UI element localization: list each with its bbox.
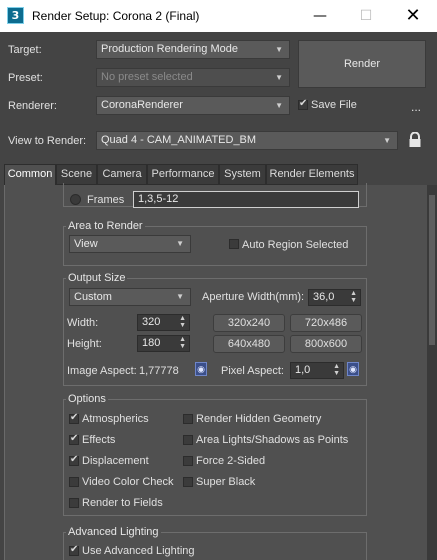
close-button[interactable]: ✕ [390, 0, 436, 32]
auto-region-label: Auto Region Selected [242, 239, 349, 251]
aperture-width-spinner[interactable]: 36,0 ▲ ▼ [308, 289, 361, 306]
title-bar: 3 Render Setup: Corona 2 (Final) — ☐ ✕ [0, 0, 437, 32]
advanced-lighting-title: Advanced Lighting [66, 526, 161, 538]
height-label: Height: [67, 338, 102, 350]
atmospherics-label: Atmospherics [82, 413, 149, 425]
area-to-render-title: Area to Render [66, 220, 145, 232]
preset-320x240-button[interactable]: 320x240 [213, 314, 285, 332]
spinner-arrows-icon[interactable]: ▲ ▼ [333, 363, 340, 377]
height-spinner[interactable]: 180 ▲ ▼ [137, 335, 190, 352]
render-hidden-geometry-checkbox[interactable] [183, 414, 193, 424]
atmospherics-checkbox[interactable] [69, 412, 79, 424]
lock-icon[interactable] [408, 131, 422, 148]
spinner-arrows-icon[interactable]: ▲ ▼ [179, 336, 186, 350]
tab-bar: Common Scene Camera Performance System R… [0, 164, 437, 185]
video-color-check-label: Video Color Check [82, 476, 174, 488]
pixel-aspect-label: Pixel Aspect: [221, 365, 284, 377]
renderer-dropdown[interactable]: CoronaRenderer ▼ [96, 96, 290, 115]
maximize-button[interactable]: ☐ [343, 0, 389, 32]
use-advanced-lighting-label: Use Advanced Lighting [82, 545, 195, 557]
width-value: 320 [142, 316, 161, 328]
pixel-aspect-value: 1,0 [295, 364, 311, 376]
width-label: Width: [67, 317, 99, 329]
aperture-width-value: 36,0 [313, 291, 335, 303]
image-aspect-value: 1,77778 [139, 365, 179, 377]
options-title: Options [66, 393, 108, 405]
area-lights-points-checkbox[interactable] [183, 435, 193, 445]
output-size-preset-dropdown[interactable]: Custom ▼ [69, 288, 191, 306]
frames-radio[interactable] [70, 194, 81, 205]
tab-performance[interactable]: Performance [147, 164, 219, 185]
3dsmax-app-icon: 3 [7, 7, 24, 24]
chevron-down-icon: ▼ [275, 45, 283, 54]
view-to-render-dropdown[interactable]: Quad 4 - CAM_ANIMATED_BM ▼ [96, 131, 398, 150]
render-to-fields-label: Render to Fields [82, 497, 163, 509]
common-tab-panel: Frames 1,3,5-12 Area to Render View ▼ Au… [4, 183, 427, 560]
vertical-scrollbar[interactable] [427, 185, 437, 560]
tab-system[interactable]: System [219, 164, 266, 185]
pixel-aspect-lock-icon[interactable]: ◉ [347, 362, 359, 376]
area-mode-dropdown[interactable]: View ▼ [69, 235, 191, 253]
chevron-down-icon: ▼ [383, 136, 391, 145]
preset-value: No preset selected [101, 71, 193, 83]
more-options-button[interactable]: ... [411, 100, 421, 114]
force-2-sided-checkbox[interactable] [183, 456, 193, 466]
tab-common[interactable]: Common [4, 164, 56, 185]
area-mode-value: View [74, 238, 98, 250]
target-dropdown[interactable]: Production Rendering Mode ▼ [96, 40, 290, 59]
video-color-check-checkbox[interactable] [69, 477, 79, 487]
frames-input[interactable]: 1,3,5-12 [133, 191, 359, 208]
view-to-render-label: View to Render: [8, 135, 87, 147]
width-spinner[interactable]: 320 ▲ ▼ [137, 314, 190, 331]
preset-640x480-button[interactable]: 640x480 [213, 335, 285, 353]
displacement-label: Displacement [82, 455, 149, 467]
view-to-render-value: Quad 4 - CAM_ANIMATED_BM [101, 134, 257, 146]
super-black-label: Super Black [196, 476, 256, 488]
displacement-checkbox[interactable] [69, 454, 79, 466]
spinner-arrows-icon[interactable]: ▲ ▼ [179, 315, 186, 329]
image-aspect-label: Image Aspect: [67, 365, 137, 377]
chevron-down-icon: ▼ [176, 292, 184, 301]
frames-label: Frames [87, 194, 125, 206]
preset-label: Preset: [8, 72, 43, 84]
spinner-arrows-icon[interactable]: ▲ ▼ [350, 290, 357, 304]
render-to-fields-checkbox[interactable] [69, 498, 79, 508]
target-value: Production Rendering Mode [101, 43, 238, 55]
render-hidden-geometry-label: Render Hidden Geometry [196, 413, 322, 425]
tab-render-elements[interactable]: Render Elements [266, 164, 358, 185]
tab-scene[interactable]: Scene [56, 164, 97, 185]
chevron-down-icon: ▼ [275, 101, 283, 110]
chevron-down-icon: ▼ [176, 239, 184, 248]
effects-label: Effects [82, 434, 116, 446]
tab-camera[interactable]: Camera [97, 164, 147, 185]
aperture-width-label: Aperture Width(mm): [202, 291, 305, 303]
use-advanced-lighting-checkbox[interactable] [69, 544, 79, 556]
auto-region-checkbox[interactable] [229, 239, 239, 249]
output-size-title: Output Size [66, 272, 128, 284]
output-size-preset-value: Custom [74, 291, 112, 303]
chevron-down-icon: ▼ [275, 73, 283, 82]
scrollbar-thumb[interactable] [429, 195, 435, 345]
area-lights-points-label: Area Lights/Shadows as Points [196, 434, 349, 446]
renderer-value: CoronaRenderer [101, 99, 183, 111]
window-title: Render Setup: Corona 2 (Final) [32, 9, 200, 23]
super-black-checkbox[interactable] [183, 477, 193, 487]
preset-720x486-button[interactable]: 720x486 [290, 314, 362, 332]
effects-checkbox[interactable] [69, 433, 79, 445]
height-value: 180 [142, 337, 161, 349]
preset-800x600-button[interactable]: 800x600 [290, 335, 362, 353]
pixel-aspect-spinner[interactable]: 1,0 ▲ ▼ [290, 362, 344, 379]
minimize-button[interactable]: — [297, 0, 343, 32]
render-button[interactable]: Render [298, 40, 426, 88]
target-label: Target: [8, 44, 42, 56]
image-aspect-lock-icon[interactable]: ◉ [195, 362, 207, 376]
save-file-checkbox[interactable] [298, 98, 308, 110]
preset-dropdown[interactable]: No preset selected ▼ [96, 68, 290, 87]
save-file-label: Save File [311, 99, 357, 111]
renderer-label: Renderer: [8, 100, 57, 112]
force-2-sided-label: Force 2-Sided [196, 455, 266, 467]
